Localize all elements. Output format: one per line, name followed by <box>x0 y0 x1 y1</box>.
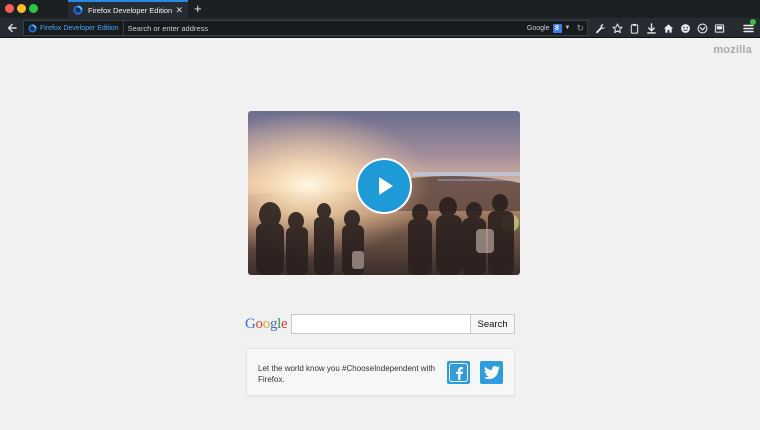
hello-button[interactable] <box>677 20 694 36</box>
google-search-form: Google Search <box>245 314 515 334</box>
zoom-window-button[interactable] <box>29 4 38 13</box>
twitter-icon <box>483 365 500 379</box>
share-promo: Let the world know you #ChooseIndependen… <box>246 348 515 396</box>
google-logo: Google <box>245 316 291 333</box>
wrench-icon <box>596 23 606 33</box>
close-window-button[interactable] <box>5 4 14 13</box>
search-input[interactable] <box>290 314 472 334</box>
title-bar: Firefox Developer Edition St... ✕ + <box>0 0 760 18</box>
tab-active[interactable]: Firefox Developer Edition St... ✕ <box>68 0 188 18</box>
chat-icon <box>681 23 690 33</box>
star-icon <box>612 22 623 33</box>
navigation-toolbar: Firefox Developer Edition Google 8 ▼ ↻ <box>0 18 760 38</box>
back-arrow-icon <box>7 23 17 33</box>
tab-close-icon[interactable]: ✕ <box>175 5 183 15</box>
identity-label: Firefox Developer Edition <box>40 24 119 32</box>
google-logo-letter: o <box>255 315 264 332</box>
bookmark-star-button[interactable] <box>609 20 626 36</box>
facebook-share-button[interactable] <box>447 361 470 384</box>
reload-icon[interactable]: ↻ <box>573 23 587 33</box>
search-button[interactable]: Search <box>471 314 515 334</box>
google-logo-letter: G <box>245 315 256 332</box>
update-badge <box>750 19 756 25</box>
pocket-button[interactable] <box>694 20 711 36</box>
video-player[interactable] <box>248 111 520 275</box>
firefox-dev-icon <box>73 5 83 15</box>
developer-tools-button[interactable] <box>592 20 609 36</box>
tab-title: Firefox Developer Edition St... <box>88 5 173 15</box>
firefox-dev-icon <box>28 23 37 33</box>
play-button[interactable] <box>356 158 412 214</box>
home-icon <box>663 23 674 33</box>
screenshot-button[interactable] <box>711 20 728 36</box>
download-icon <box>647 22 656 34</box>
site-identity[interactable]: Firefox Developer Edition <box>24 21 124 35</box>
google-logo-letter: o <box>262 315 271 332</box>
toolbar-buttons <box>592 20 728 36</box>
downloads-button[interactable] <box>643 20 660 36</box>
search-engine-selector[interactable]: Google 8 ▼ <box>524 23 574 33</box>
facebook-icon <box>455 366 463 380</box>
mozilla-logo: mozilla <box>713 44 752 56</box>
twitter-share-button[interactable] <box>480 361 503 384</box>
back-button[interactable] <box>5 21 19 35</box>
minimize-window-button[interactable] <box>17 4 26 13</box>
home-button[interactable] <box>660 20 677 36</box>
bookmarks-menu-button[interactable] <box>626 20 643 36</box>
screen-icon <box>714 23 725 33</box>
main-menu-button[interactable] <box>740 19 756 36</box>
promo-text: Let the world know you #ChooseIndependen… <box>258 364 436 384</box>
url-bar: Firefox Developer Edition Google 8 ▼ ↻ <box>23 20 588 36</box>
play-icon <box>379 177 393 195</box>
search-engine-badge: 8 <box>552 23 562 33</box>
dropdown-arrow-icon: ▼ <box>564 25 571 31</box>
google-logo-letter: e <box>281 315 288 332</box>
pocket-icon <box>697 23 708 33</box>
address-input[interactable] <box>123 21 524 35</box>
search-engine-label: Google <box>526 24 550 32</box>
new-tab-button[interactable]: + <box>194 1 202 17</box>
clipboard-icon <box>630 23 639 34</box>
